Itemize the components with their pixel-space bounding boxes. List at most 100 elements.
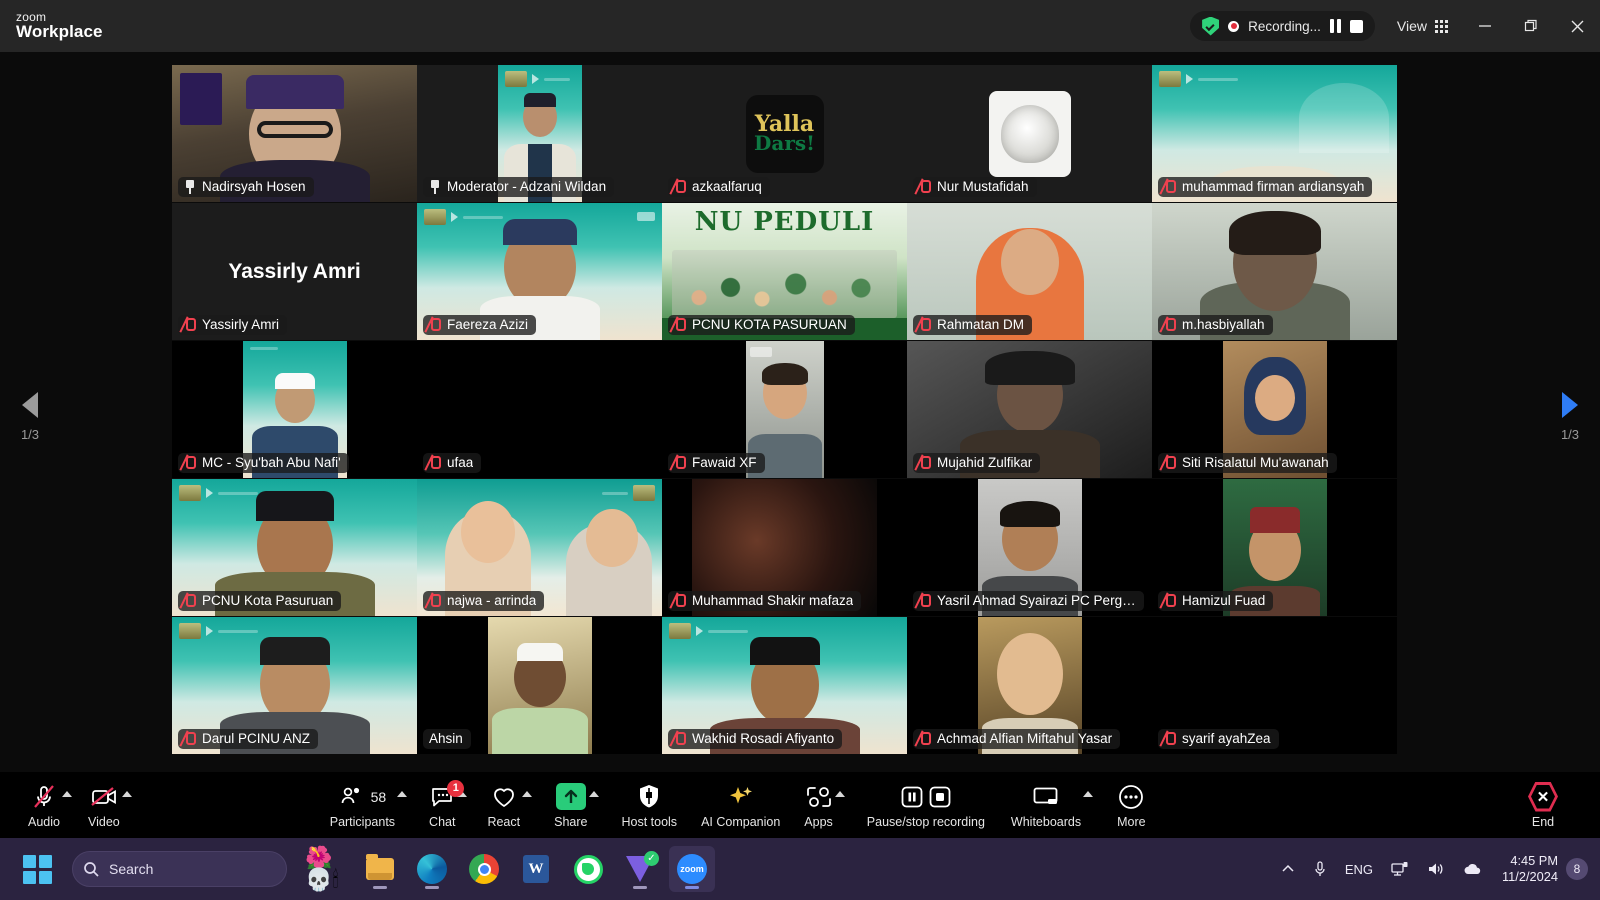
page-indicator-left: 1/3 (20, 427, 40, 442)
participant-name-badge: Wakhid Rosadi Afiyanto (668, 729, 843, 749)
microphone-icon[interactable] (1304, 860, 1336, 878)
end-call-icon: ✕ (1528, 781, 1558, 812)
clock-date: 11/2/2024 (1502, 869, 1558, 884)
participant-tile[interactable]: Yalla Dars! azkaalfaruq (662, 65, 907, 202)
participant-tile[interactable]: m.hasbiyallah (1152, 203, 1397, 340)
stop-icon[interactable] (1349, 19, 1363, 33)
network-icon[interactable] (1382, 861, 1418, 877)
prev-page-control[interactable]: 1/3 (0, 392, 60, 442)
participant-tile[interactable]: Darul PCINU ANZ (172, 617, 417, 754)
volume-icon[interactable] (1418, 861, 1454, 877)
participant-tile[interactable]: syarif ayahZea (1152, 617, 1397, 754)
zoom-meeting-window: zoom Workplace Recording... View 1/3 1/3… (0, 0, 1600, 900)
chrome-icon[interactable] (461, 846, 507, 892)
video-button[interactable]: Video (88, 774, 120, 836)
virtual-bg-overlay (504, 71, 570, 87)
participant-name-badge: Nadirsyah Hosen (178, 177, 314, 197)
apps-button[interactable]: Apps (804, 774, 833, 836)
participant-name-badge: Hamizul Fuad (1158, 591, 1274, 611)
cloud-icon[interactable] (1454, 862, 1492, 877)
participant-name: m.hasbiyallah (1182, 317, 1265, 332)
participant-tile[interactable]: MC - Syu'bah Abu Nafi' (172, 341, 417, 478)
participant-name: Siti Risalatul Mu'awanah (1182, 455, 1329, 470)
participant-tile[interactable]: Achmad Alfian Miftahul Yasar (907, 617, 1152, 754)
participant-tile[interactable]: Yasril Ahmad Syairazi PC Pergunu Ko... (907, 479, 1152, 616)
participant-tile[interactable]: najwa - arrinda (417, 479, 662, 616)
chat-button[interactable]: 1 Chat (429, 774, 465, 836)
participant-name: Moderator - Adzani Wildan (447, 179, 607, 194)
participant-tile[interactable]: Nadirsyah Hosen (172, 65, 417, 202)
participant-name-badge: Siti Risalatul Mu'awanah (1158, 453, 1337, 473)
file-explorer-icon[interactable] (357, 846, 403, 892)
participant-tile[interactable]: Mujahid Zulfikar (907, 341, 1152, 478)
more-label: More (1117, 814, 1146, 829)
audio-options-caret[interactable] (60, 767, 74, 829)
video-options-caret[interactable] (120, 767, 134, 829)
microphone-muted-icon (674, 455, 686, 470)
shield-check-icon[interactable] (1202, 16, 1220, 36)
end-button[interactable]: ✕ End (1528, 774, 1558, 836)
participant-name-badge: Ahsin (423, 729, 471, 749)
participant-tile[interactable]: Yassirly Amri Yassirly Amri (172, 203, 417, 340)
microphone-muted-icon (919, 179, 931, 194)
title-bar: zoom Workplace Recording... View (0, 0, 1600, 52)
word-icon[interactable]: W (513, 846, 559, 892)
whatsapp-icon[interactable] (565, 846, 611, 892)
restore-icon[interactable] (1508, 0, 1554, 52)
app-checkmark-icon[interactable]: ✓ (617, 846, 663, 892)
edge-icon[interactable] (409, 846, 455, 892)
apps-options-caret[interactable] (833, 767, 847, 829)
minimize-icon[interactable] (1462, 0, 1508, 52)
share-options-caret[interactable] (587, 767, 601, 829)
participants-label: Participants (329, 814, 396, 829)
participant-tile[interactable]: Moderator - Adzani Wildan (417, 65, 662, 202)
participant-tile[interactable]: Wakhid Rosadi Afiyanto (662, 617, 907, 754)
view-button[interactable]: View (1383, 11, 1462, 41)
windows-start-icon[interactable] (14, 846, 60, 892)
pause-icon[interactable] (1329, 19, 1341, 33)
react-button[interactable]: React (487, 774, 520, 836)
clock[interactable]: 4:45 PM 11/2/2024 (1492, 853, 1566, 885)
search-input[interactable]: Search (72, 851, 287, 887)
participant-tile[interactable]: Rahmatan DM (907, 203, 1152, 340)
participants-button[interactable]: 58 Participants (330, 774, 395, 836)
share-button[interactable]: Share (554, 774, 587, 836)
microphone-muted-icon (429, 593, 441, 608)
chevron-left-icon[interactable] (22, 392, 38, 418)
recording-label: Recording... (1248, 18, 1321, 34)
participant-name: Hamizul Fuad (1182, 593, 1266, 608)
pause-stop-recording-button[interactable]: Pause/stop recording (867, 774, 985, 836)
participant-tile[interactable]: Ahsin (417, 617, 662, 754)
participant-tile[interactable]: muhammad firman ardiansyah (1152, 65, 1397, 202)
zoom-icon[interactable]: zoom (669, 846, 715, 892)
next-page-control[interactable]: 1/3 (1540, 392, 1600, 442)
participant-tile[interactable]: NU PEDULI PCNU KOTA PASURUAN (662, 203, 907, 340)
whiteboards-options-caret[interactable] (1081, 767, 1095, 829)
participant-name: Yassirly Amri (202, 317, 280, 332)
participant-tile[interactable]: Hamizul Fuad (1152, 479, 1397, 616)
participants-options-caret[interactable] (395, 767, 409, 829)
close-icon[interactable] (1554, 0, 1600, 52)
chevron-up-icon (834, 791, 845, 797)
participant-name: Ahsin (429, 731, 463, 746)
host-tools-button[interactable]: Host tools (621, 774, 677, 836)
chevron-right-icon[interactable] (1562, 392, 1578, 418)
ai-companion-button[interactable]: AI Companion (701, 774, 780, 836)
notification-badge[interactable]: 8 (1566, 858, 1588, 880)
participant-tile[interactable]: Muhammad Shakir mafaza (662, 479, 907, 616)
more-button[interactable]: More (1117, 774, 1146, 836)
react-options-caret[interactable] (520, 767, 534, 829)
language-indicator[interactable]: ENG (1336, 862, 1382, 877)
participant-tile[interactable]: Faereza Azizi (417, 203, 662, 340)
chat-options-caret[interactable] (455, 767, 469, 829)
participant-tile[interactable]: Siti Risalatul Mu'awanah (1152, 341, 1397, 478)
whiteboards-button[interactable]: Whiteboards (1011, 774, 1081, 836)
participant-name: najwa - arrinda (447, 593, 537, 608)
audio-button[interactable]: Audio (28, 774, 60, 836)
participant-tile[interactable]: Nur Mustafidah (907, 65, 1152, 202)
participant-tile[interactable]: PCNU Kota Pasuruan (172, 479, 417, 616)
participant-tile[interactable]: ufaa (417, 341, 662, 478)
participant-tile[interactable]: Fawaid XF (662, 341, 907, 478)
audio-label: Audio (28, 814, 60, 829)
chevron-up-icon[interactable] (1272, 864, 1304, 874)
